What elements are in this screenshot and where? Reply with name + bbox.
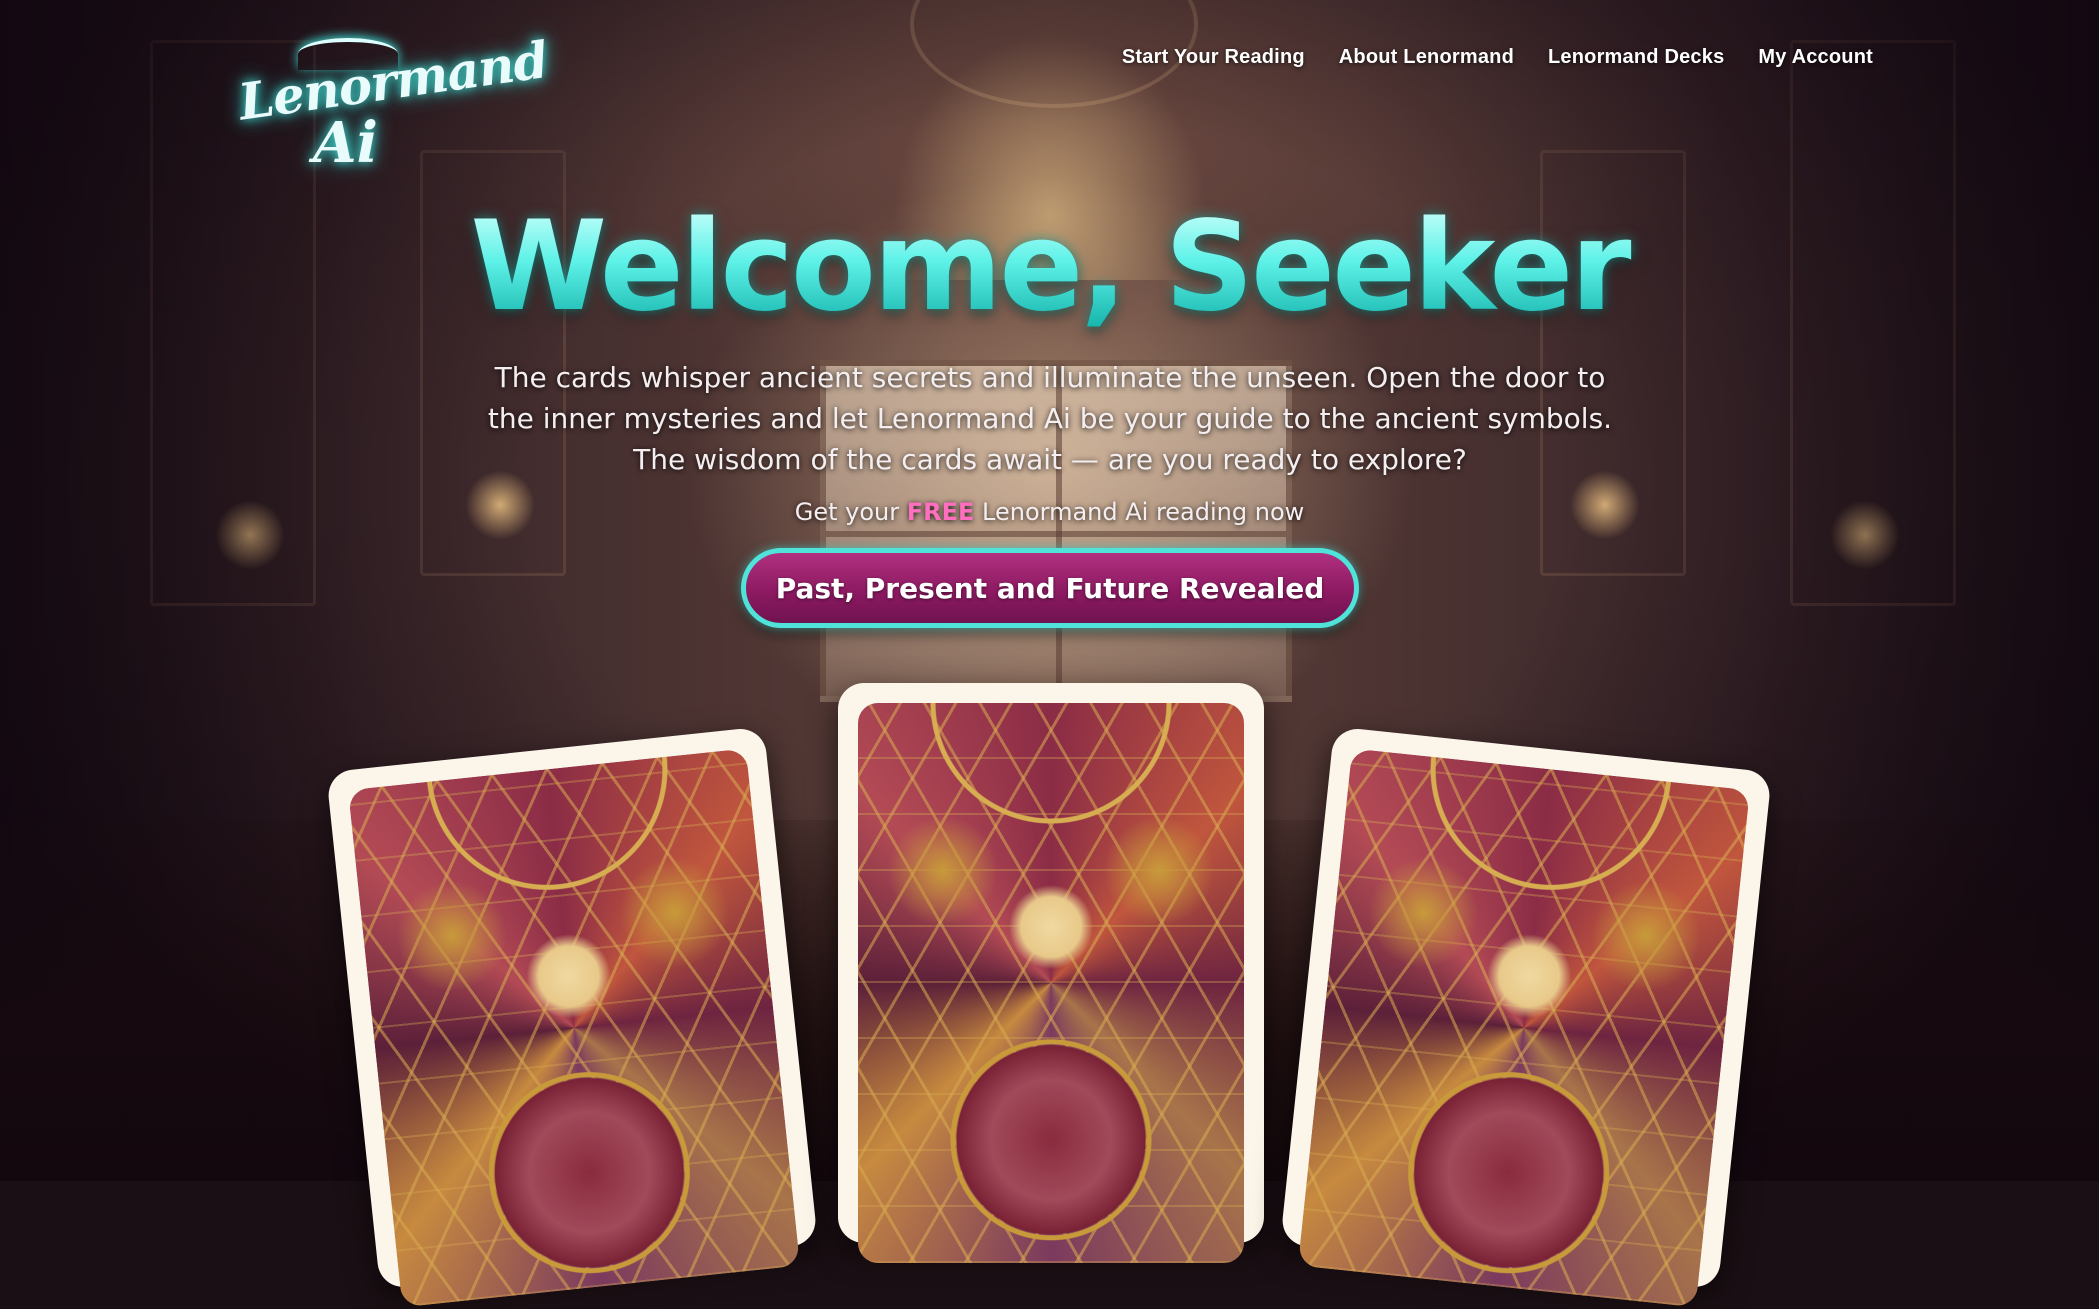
main-nav: Start Your Reading About Lenormand Lenor… (1122, 46, 1873, 69)
free-line-prefix: Get your (794, 498, 907, 526)
sacred-geometry-card-back-icon (858, 703, 1244, 1263)
cta-button-label: Past, Present and Future Revealed (775, 571, 1325, 605)
sacred-geometry-card-back-icon (348, 748, 801, 1308)
nav-start-reading[interactable]: Start Your Reading (1122, 46, 1305, 69)
nav-lenormand-decks[interactable]: Lenormand Decks (1548, 46, 1724, 69)
tarot-card-future[interactable] (1280, 726, 1772, 1308)
logo-text-line2: Ai (313, 110, 378, 176)
sacred-geometry-card-back-icon (1297, 748, 1750, 1308)
free-reading-line: Get your FREE Lenormand Ai reading now (0, 498, 2099, 526)
nav-my-account[interactable]: My Account (1758, 46, 1873, 69)
hero-description: The cards whisper ancient secrets and il… (487, 361, 1613, 476)
free-line-suffix: Lenormand Ai reading now (974, 498, 1305, 526)
nav-about-lenormand[interactable]: About Lenormand (1339, 46, 1514, 69)
cta-button[interactable]: Past, Present and Future Revealed (741, 548, 1359, 628)
free-highlight: FREE (906, 498, 975, 526)
tarot-card-past[interactable] (326, 726, 818, 1308)
tarot-card-present[interactable] (838, 683, 1264, 1263)
hero-title: Welcome, Seeker (0, 205, 2099, 329)
site-logo[interactable]: Lenormand Ai (235, 30, 551, 183)
